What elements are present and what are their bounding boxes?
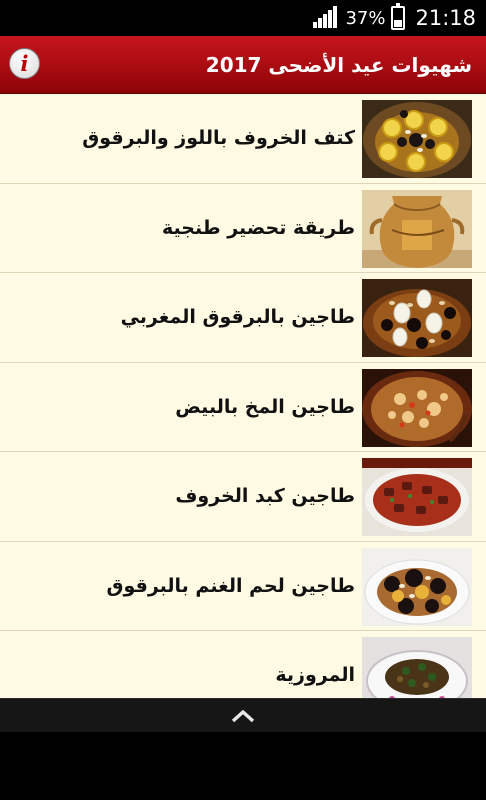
recipe-title: طاجين المخ بالبيض [175, 395, 355, 418]
recipe-title: طاجين كبد الخروف [175, 485, 355, 507]
list-item[interactable]: المروزية [0, 631, 486, 698]
brain-egg-tagine-photo [362, 368, 472, 447]
clock: 21:18 [415, 6, 476, 30]
recipe-title: المروزية [275, 664, 355, 686]
signal-icon [313, 6, 339, 29]
list-item[interactable]: كتف الخروف باللوز والبرقوق [0, 94, 486, 184]
moroccan-prune-tagine-photo [362, 279, 472, 357]
bottom-bar [0, 698, 486, 732]
battery-icon [391, 3, 406, 30]
list-item[interactable]: طاجين كبد الخروف [0, 452, 486, 542]
system-nav-area [0, 732, 486, 800]
recipe-title: طاجين لحم الغنم بالبرقوق [106, 574, 356, 597]
recipe-list[interactable]: كتف الخروف باللوز والبرقوق طريقة تحضير ط… [0, 94, 486, 698]
info-icon[interactable]: i [9, 48, 40, 79]
battery-level [394, 20, 403, 27]
lamb-shoulder-almond-prune-photo [362, 100, 472, 178]
mutton-prune-tagine-photo [362, 547, 472, 626]
battery-percent: 37% [345, 7, 386, 29]
list-item[interactable]: طريقة تحضير طنجية [0, 184, 486, 273]
chevron-up-icon[interactable] [231, 709, 255, 723]
info-glyph: i [20, 51, 29, 76]
recipe-title: كتف الخروف باللوز والبرقوق [82, 127, 355, 149]
list-item[interactable]: طاجين بالبرقوق المغربي [0, 273, 486, 363]
app-header: i شهيوات عيد الأضحى 2017 [0, 36, 486, 94]
app-title: شهيوات عيد الأضحى 2017 [205, 53, 472, 77]
list-item[interactable]: طاجين المخ بالبيض [0, 363, 486, 452]
status-icons: 37% 21:18 [313, 0, 476, 36]
tanjia-pot-photo [362, 189, 472, 268]
recipe-title: طاجين بالبرقوق المغربي [120, 306, 355, 328]
list-item[interactable]: طاجين لحم الغنم بالبرقوق [0, 542, 486, 631]
mrouzia-photo [362, 637, 472, 698]
recipe-title: طريقة تحضير طنجية [161, 216, 355, 239]
status-bar: 37% 21:18 [0, 0, 486, 36]
lamb-liver-tagine-photo [362, 458, 472, 536]
